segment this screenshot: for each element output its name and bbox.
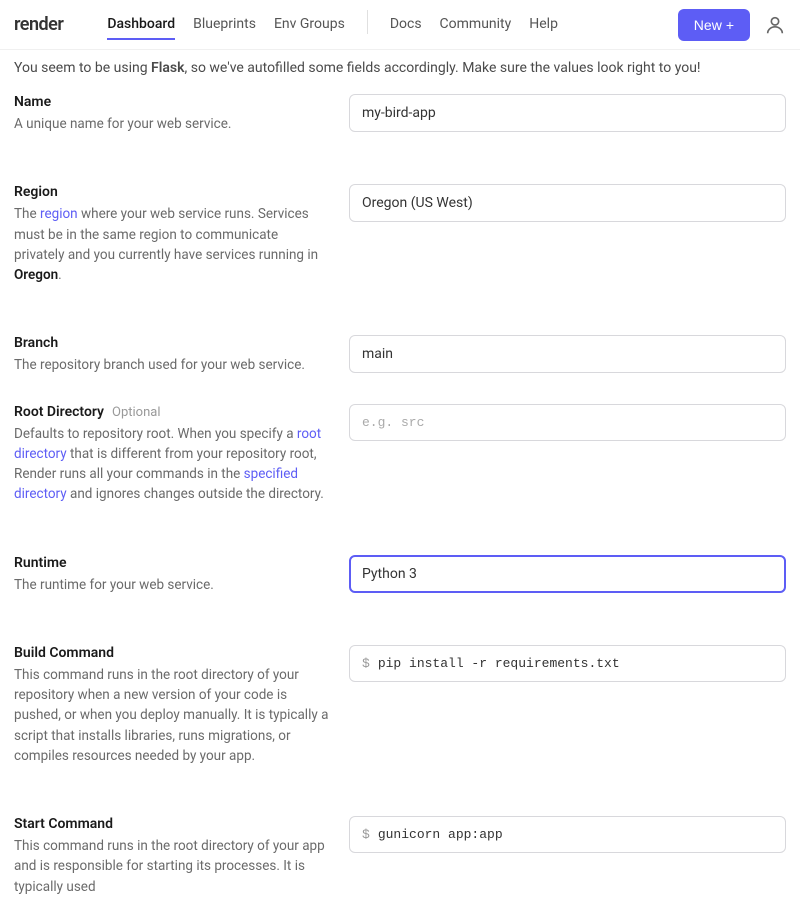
logo[interactable]: render	[14, 14, 63, 35]
region-link[interactable]: region	[40, 206, 78, 222]
start-cmd-desc: This command runs in the root directory …	[14, 836, 329, 897]
runtime-select[interactable]	[349, 555, 786, 593]
field-row-name: Name A unique name for your web service.	[14, 94, 786, 134]
runtime-label: Runtime	[14, 555, 67, 571]
root-dir-desc: Defaults to repository root. When you sp…	[14, 424, 329, 505]
start-cmd-label: Start Command	[14, 816, 113, 832]
field-row-branch: Branch The repository branch used for yo…	[14, 335, 786, 375]
root-dir-optional: Optional	[112, 405, 160, 420]
build-cmd-input[interactable]	[378, 656, 773, 671]
build-cmd-label: Build Command	[14, 645, 114, 661]
branch-desc: The repository branch used for your web …	[14, 355, 329, 375]
header: render Dashboard Blueprints Env Groups D…	[0, 0, 800, 50]
dollar-prompt-icon: $	[362, 656, 370, 671]
name-label: Name	[14, 94, 51, 110]
region-select[interactable]	[349, 184, 786, 222]
form: Name A unique name for your web service.…	[0, 94, 800, 897]
new-button-label: New	[694, 17, 722, 33]
root-dir-label: Root Directory	[14, 404, 104, 420]
branch-select[interactable]	[349, 335, 786, 373]
root-dir-input[interactable]	[349, 404, 786, 441]
nav-divider	[367, 10, 368, 34]
region-label: Region	[14, 184, 58, 200]
name-input[interactable]	[349, 94, 786, 132]
build-cmd-wrap[interactable]: $	[349, 645, 786, 682]
nav-docs[interactable]: Docs	[390, 10, 422, 40]
build-cmd-desc: This command runs in the root directory …	[14, 665, 329, 766]
name-desc: A unique name for your web service.	[14, 114, 329, 134]
nav-env-groups[interactable]: Env Groups	[274, 10, 345, 40]
field-row-build-command: Build Command This command runs in the r…	[14, 645, 786, 766]
field-row-region: Region The region where your web service…	[14, 184, 786, 285]
autofill-banner: You seem to be using Flask, so we've aut…	[0, 50, 800, 94]
region-desc: The region where your web service runs. …	[14, 204, 329, 285]
branch-label: Branch	[14, 335, 58, 351]
field-row-start-command: Start Command This command runs in the r…	[14, 816, 786, 897]
start-cmd-input[interactable]	[378, 827, 773, 842]
main-nav: Dashboard Blueprints Env Groups Docs Com…	[107, 10, 558, 40]
user-menu[interactable]	[764, 14, 786, 36]
nav-blueprints[interactable]: Blueprints	[193, 10, 256, 40]
runtime-desc: The runtime for your web service.	[14, 575, 329, 595]
plus-icon: +	[726, 17, 734, 33]
user-icon	[764, 14, 786, 36]
field-row-root-directory: Root Directory Optional Defaults to repo…	[14, 404, 786, 505]
dollar-prompt-icon: $	[362, 827, 370, 842]
nav-community[interactable]: Community	[440, 10, 512, 40]
start-cmd-wrap[interactable]: $	[349, 816, 786, 853]
nav-dashboard[interactable]: Dashboard	[107, 10, 175, 40]
new-button[interactable]: New +	[678, 9, 750, 41]
nav-help[interactable]: Help	[529, 10, 558, 40]
field-row-runtime: Runtime The runtime for your web service…	[14, 555, 786, 595]
